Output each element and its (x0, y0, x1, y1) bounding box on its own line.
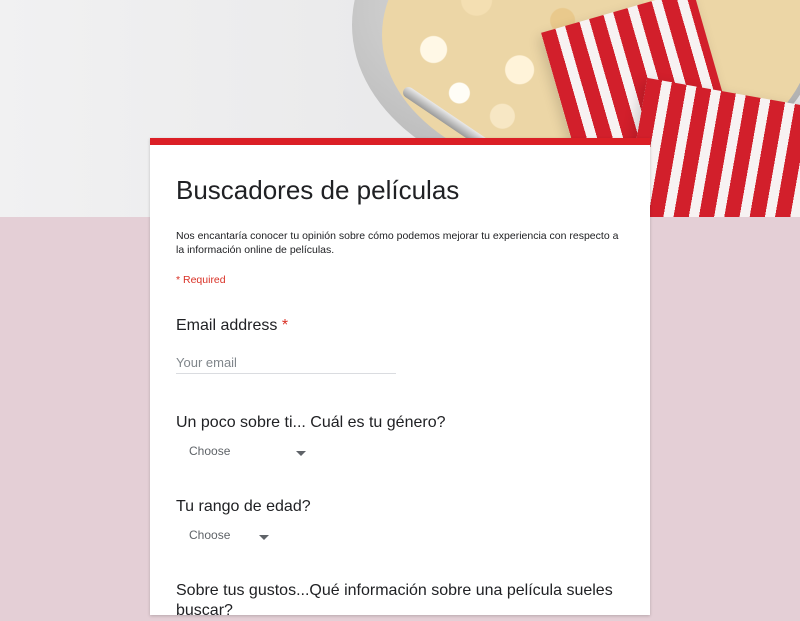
form-card: Buscadores de películas Nos encantaría c… (150, 138, 650, 619)
form-description: Nos encantaría conocer tu opinión sobre … (176, 230, 619, 256)
question-email-label-text: Email address (176, 317, 278, 334)
email-input[interactable] (176, 351, 396, 374)
gender-dropdown-value: Choose (189, 444, 231, 458)
question-gender-label: Un poco sobre ti... Cuál es tu género? (176, 414, 446, 431)
form-title: Buscadores de películas (176, 175, 460, 205)
question-email-label: Email address * (176, 317, 288, 335)
question-tastes-label: Sobre tus gustos...Qué información sobre… (176, 582, 613, 619)
age-dropdown-value: Choose (189, 528, 231, 542)
arrow-drop-down-icon (296, 451, 306, 456)
required-marker: * (281, 317, 289, 334)
question-age-label: Tu rango de edad? (176, 498, 311, 515)
gender-dropdown[interactable]: Choose (189, 444, 309, 464)
required-note: * Required (176, 274, 226, 286)
age-dropdown[interactable]: Choose (189, 528, 271, 548)
arrow-drop-down-icon (259, 535, 269, 540)
